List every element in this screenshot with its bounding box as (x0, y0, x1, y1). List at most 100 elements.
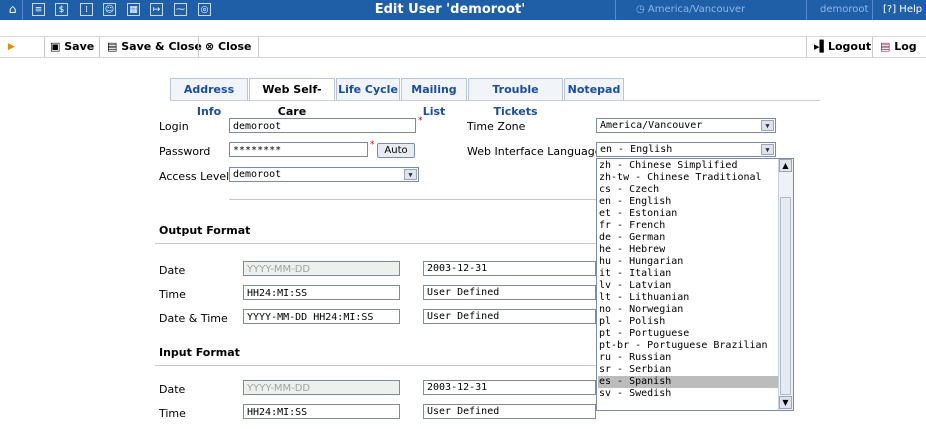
divider (229, 199, 596, 200)
language-option[interactable]: sr - Serbian (598, 364, 779, 376)
divider (22, 0, 23, 20)
close-button[interactable]: ⊗ Close (205, 37, 251, 57)
play-icon: ▶ (8, 42, 15, 52)
access-level-select[interactable]: demoroot ▼ (229, 167, 419, 182)
language-option[interactable]: sv - Swedish (598, 388, 779, 400)
timezone-label: Time Zone (467, 120, 526, 133)
divider (872, 37, 873, 57)
help-link[interactable]: [?] Help (883, 4, 922, 15)
log-button[interactable]: ▤ Log (880, 37, 917, 57)
search-icon[interactable]: ◎ (198, 3, 211, 16)
language-option[interactable]: hu - Hungarian (598, 256, 779, 268)
output-date-label: Date (159, 264, 186, 277)
output-time-label: Time (159, 288, 186, 301)
tab-mailing-list[interactable]: Mailing List (401, 78, 467, 118)
language-label: Web Interface Language (467, 145, 602, 158)
divider (806, 37, 807, 57)
input-time-select[interactable]: User Defined (423, 404, 596, 419)
floppy-icon: ▣ (50, 40, 65, 53)
language-option[interactable]: it - Italian (598, 268, 779, 280)
output-time-select[interactable]: User Defined (423, 285, 596, 300)
password-label: Password (159, 145, 211, 158)
language-option[interactable]: lv - Latvian (598, 280, 779, 292)
current-user[interactable]: demoroot (820, 4, 868, 15)
output-time-input[interactable]: HH24:MI:SS (243, 285, 400, 300)
language-option-highlighted[interactable]: es - Spanish (598, 376, 779, 388)
language-option[interactable]: zh-tw - Chinese Traditional (598, 172, 779, 184)
input-date-select[interactable]: 2003-12-31 (423, 380, 596, 395)
language-option[interactable]: en - English (598, 196, 779, 208)
divider (806, 0, 807, 20)
divider (155, 365, 596, 366)
page-title: Edit User 'demoroot' (374, 2, 526, 17)
language-option[interactable]: ru - Russian (598, 352, 779, 364)
chevron-down-icon[interactable]: ▼ (761, 120, 774, 131)
tab-divider (170, 100, 820, 101)
input-time-input[interactable]: HH24:MI:SS (243, 404, 400, 419)
input-date-select-value: 2003-12-31 (427, 382, 488, 393)
grid-icon[interactable]: ⁞ (80, 3, 93, 16)
tab-trouble-tickets[interactable]: Trouble Tickets (468, 78, 563, 118)
divider (872, 0, 873, 20)
output-date-select[interactable]: 2003-12-31 (423, 261, 596, 276)
language-dropdown-list[interactable]: zh - Chinese Simplified zh-tw - Chinese … (596, 158, 794, 411)
tab-notepad[interactable]: Notepad (564, 78, 624, 100)
language-option[interactable]: no - Norwegian (598, 304, 779, 316)
list-icon[interactable]: ≡ (32, 3, 45, 16)
output-format-heading: Output Format (159, 224, 251, 237)
language-select[interactable]: en - English ▼ (596, 142, 776, 157)
language-option[interactable]: lt - Lithuanian (598, 292, 779, 304)
scrollbar-thumb[interactable] (780, 197, 791, 395)
language-option[interactable]: he - Hebrew (598, 244, 779, 256)
output-date-select-value: 2003-12-31 (427, 263, 488, 274)
required-marker: * (418, 116, 423, 126)
chevron-down-icon[interactable]: ▼ (779, 396, 792, 409)
calendar-icon[interactable]: ▦ (127, 3, 140, 16)
tab-life-cycle[interactable]: Life Cycle (336, 78, 400, 100)
chevron-down-icon[interactable]: ▼ (404, 169, 417, 180)
chevron-up-icon[interactable]: ▲ (779, 159, 792, 172)
language-option[interactable]: cs - Czech (598, 184, 779, 196)
auto-button[interactable]: Auto (377, 143, 415, 158)
language-value: en - English (600, 144, 673, 155)
save-close-label: Save & Close (121, 40, 202, 53)
chart-icon[interactable]: ⁓ (174, 3, 187, 16)
tab-web-self-care[interactable]: Web Self-Care (249, 78, 335, 118)
output-datetime-input[interactable]: YYYY-MM-DD HH24:MI:SS (243, 309, 400, 324)
dropdown-scrollbar[interactable]: ▲ ▼ (778, 159, 793, 410)
output-datetime-label: Date & Time (159, 312, 228, 325)
logout-button[interactable]: ▸▌Logout (814, 37, 871, 57)
divider (258, 37, 259, 57)
timezone-value: America/Vancouver (600, 120, 703, 131)
input-date-input[interactable]: YYYY-MM-DD (243, 380, 400, 395)
output-date-input[interactable]: YYYY-MM-DD (243, 261, 400, 276)
help-text: Help (899, 4, 923, 15)
language-option[interactable]: pt - Portuguese (598, 328, 779, 340)
home-icon[interactable]: ⌂ (6, 3, 19, 16)
password-input[interactable]: ******** (229, 142, 368, 157)
top-bar: ⌂ ≡ $ ⁞ ☺ ▦ ↦ ⁓ ◎ Edit User 'demoroot' ◷… (0, 0, 926, 20)
save-button[interactable]: ▣ Save (50, 37, 94, 57)
output-datetime-select[interactable]: User Defined (423, 309, 596, 324)
language-option[interactable]: de - German (598, 232, 779, 244)
language-option[interactable]: pt-br - Portuguese Brazilian (598, 340, 779, 352)
log-label: Log (894, 40, 917, 53)
export-icon[interactable]: ↦ (150, 3, 163, 16)
timezone-text: America/Vancouver (647, 4, 746, 15)
access-level-label: Access Level (159, 170, 230, 183)
person-icon[interactable]: ☺ (103, 3, 116, 16)
dollar-icon[interactable]: $ (55, 3, 68, 16)
language-option[interactable]: zh - Chinese Simplified (598, 160, 779, 172)
timezone-link[interactable]: ◷ America/Vancouver (636, 4, 745, 15)
language-option[interactable]: fr - French (598, 220, 779, 232)
log-icon: ▤ (880, 40, 895, 53)
tab-address-info[interactable]: Address Info (170, 78, 248, 118)
timezone-select[interactable]: America/Vancouver ▼ (596, 118, 776, 133)
chevron-down-icon[interactable]: ▼ (761, 144, 774, 155)
language-option[interactable]: et - Estonian (598, 208, 779, 220)
save-close-button[interactable]: ▤ Save & Close (107, 37, 202, 57)
language-option[interactable]: pl - Polish (598, 316, 779, 328)
input-time-label: Time (159, 407, 186, 420)
login-input[interactable]: demoroot (229, 118, 416, 133)
output-time-select-value: User Defined (427, 287, 500, 298)
